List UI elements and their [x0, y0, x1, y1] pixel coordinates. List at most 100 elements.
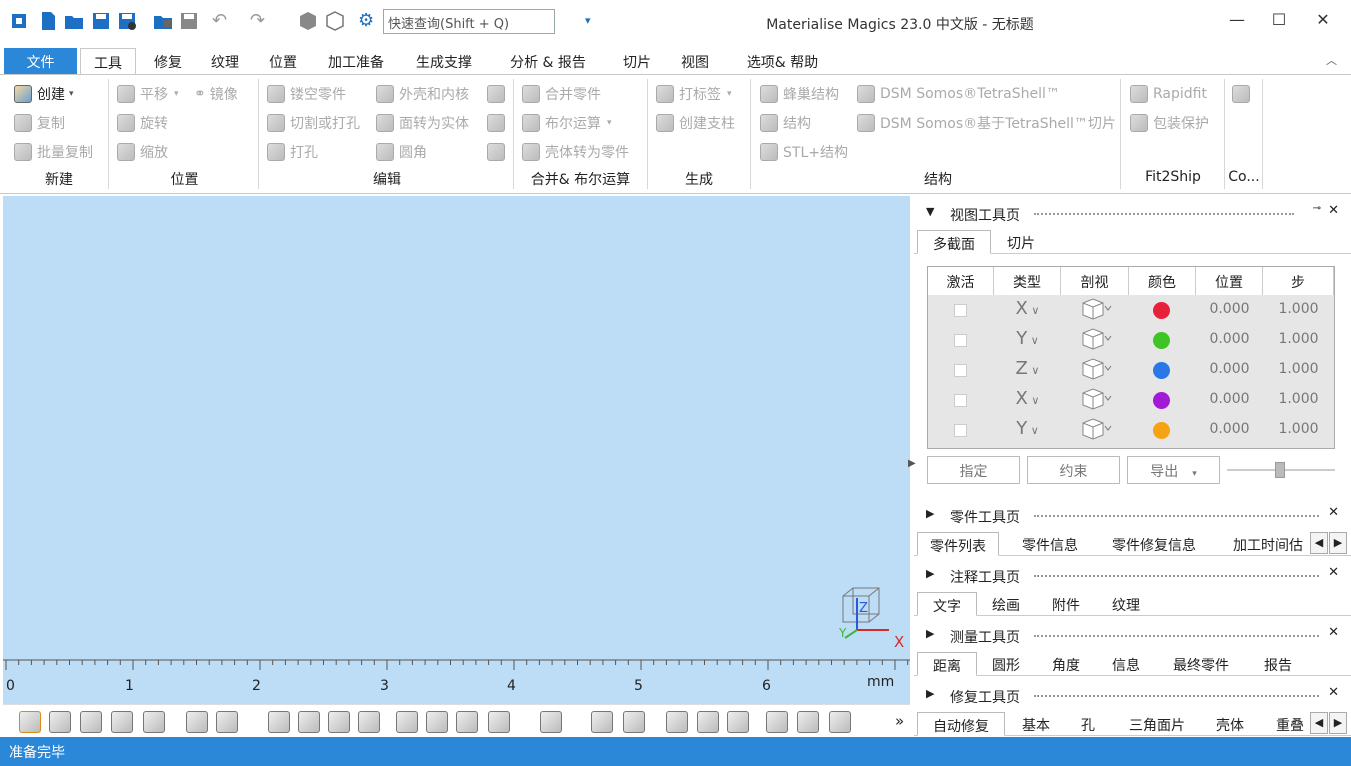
type-dropdown[interactable]: X ∨: [994, 298, 1061, 319]
select-surface-icon[interactable]: [328, 711, 350, 733]
tab-scroll-right-icon[interactable]: ▶: [1329, 532, 1347, 554]
view-panel-header[interactable]: ▼ 视图工具页 ⊸ ✕: [914, 202, 1351, 224]
open-file-icon[interactable]: [63, 10, 85, 32]
tab-tools[interactable]: 工具: [80, 48, 136, 74]
scale-button[interactable]: 缩放: [117, 141, 168, 163]
measure-angle-icon[interactable]: [829, 711, 851, 733]
zoom-icon[interactable]: [19, 711, 41, 733]
tab-draw[interactable]: 绘画: [982, 592, 1030, 616]
export-button[interactable]: 导出 ▾: [1127, 456, 1220, 484]
position-value[interactable]: 0.000: [1196, 391, 1263, 407]
tab-build-prep[interactable]: 加工准备: [320, 48, 392, 74]
tab-final-part[interactable]: 最终零件: [1164, 652, 1238, 676]
tab-auto-repair[interactable]: 自动修复: [917, 712, 1005, 736]
app-logo-icon[interactable]: [9, 10, 31, 32]
step-value[interactable]: 1.000: [1263, 421, 1334, 437]
hollow-button[interactable]: 镂空零件: [267, 83, 346, 105]
select-box-icon[interactable]: [396, 711, 418, 733]
type-dropdown[interactable]: Y ∨: [994, 418, 1061, 439]
fillet-button[interactable]: 圆角: [376, 141, 427, 163]
save-as-icon[interactable]: [116, 10, 138, 32]
position-value[interactable]: 0.000: [1196, 331, 1263, 347]
tab-multi-section[interactable]: 多截面: [917, 230, 991, 254]
mark-triangle-icon[interactable]: [591, 711, 613, 733]
tab-view[interactable]: 视图: [672, 48, 718, 74]
close-button[interactable]: ✕: [1312, 10, 1334, 32]
panel-close-icon[interactable]: ✕: [1328, 685, 1339, 700]
edit-extra-button[interactable]: [487, 83, 510, 105]
import-part-icon[interactable]: [152, 10, 174, 32]
tab-file[interactable]: 文件: [4, 48, 77, 74]
tab-part-info[interactable]: 零件信息: [1010, 532, 1090, 556]
color-swatch[interactable]: [1153, 392, 1170, 409]
stl-structure-button[interactable]: STL+结构: [760, 141, 848, 163]
tab-scroll-left-icon[interactable]: ◀: [1310, 712, 1328, 734]
3d-viewport[interactable]: Z X Y: [3, 196, 910, 704]
zoom-fit-icon[interactable]: [49, 711, 71, 733]
copy-button[interactable]: 复制: [14, 112, 65, 134]
measure-line-icon[interactable]: [797, 711, 819, 733]
pack-protect-button[interactable]: 包装保护: [1130, 112, 1209, 134]
maximize-button[interactable]: ☐: [1268, 10, 1290, 32]
repair-panel-header[interactable]: ▶ 修复工具页 ✕: [914, 684, 1351, 706]
rotate-button[interactable]: 旋转: [117, 112, 168, 134]
annotation-panel-header[interactable]: ▶ 注释工具页 ✕: [914, 564, 1351, 586]
quick-search-input[interactable]: 快速查询(Shift + Q): [383, 9, 555, 34]
mark-shell-icon[interactable]: [666, 711, 688, 733]
cut-punch-button[interactable]: 切割或打孔: [267, 112, 360, 134]
pin-icon[interactable]: ⊸: [1313, 203, 1321, 214]
tab-part-repair-info[interactable]: 零件修复信息: [1100, 532, 1208, 556]
panel-close-icon[interactable]: ✕: [1328, 625, 1339, 640]
tab-text[interactable]: 文字: [917, 592, 977, 616]
tab-triangles[interactable]: 三角面片: [1120, 712, 1194, 736]
panel-close-icon[interactable]: ✕: [1328, 203, 1339, 218]
minimize-button[interactable]: —: [1226, 10, 1248, 32]
step-value[interactable]: 1.000: [1263, 301, 1334, 317]
box-part-icon[interactable]: [297, 10, 319, 32]
zoom-window-icon[interactable]: [80, 711, 102, 733]
part-mode-icon[interactable]: [540, 711, 562, 733]
color-swatch[interactable]: [1153, 362, 1170, 379]
measure-point-icon[interactable]: [766, 711, 788, 733]
expand-triangle-icon[interactable]: ▶: [926, 687, 934, 700]
tab-distance[interactable]: 距离: [917, 652, 977, 676]
section-view-icon[interactable]: [1061, 357, 1129, 385]
mark-all-icon[interactable]: [727, 711, 749, 733]
tab-analysis-report[interactable]: 分析 & 报告: [500, 48, 596, 74]
tab-slice-view[interactable]: 切片: [994, 230, 1048, 254]
view-solid-icon[interactable]: [216, 711, 238, 733]
type-dropdown[interactable]: Y ∨: [994, 328, 1061, 349]
type-dropdown[interactable]: Z ∨: [994, 358, 1061, 379]
color-swatch[interactable]: [1153, 422, 1170, 439]
select-filter-icon[interactable]: [488, 711, 510, 733]
tab-shells[interactable]: 壳体: [1208, 712, 1252, 736]
zoom-selection-icon[interactable]: [111, 711, 133, 733]
new-file-icon[interactable]: [37, 10, 59, 32]
section-view-icon[interactable]: [1061, 327, 1129, 355]
toolbar-overflow-button[interactable]: »: [895, 712, 904, 730]
position-value[interactable]: 0.000: [1196, 421, 1263, 437]
translate-button[interactable]: 平移 ▾: [117, 83, 179, 105]
tetrashell-button[interactable]: DSM Somos®TetraShell™: [857, 83, 1060, 105]
tab-circle[interactable]: 圆形: [982, 652, 1030, 676]
tab-repair[interactable]: 修复: [143, 48, 193, 74]
section-view-icon[interactable]: [1061, 297, 1129, 325]
position-value[interactable]: 0.000: [1196, 361, 1263, 377]
tab-options-help[interactable]: 选项& 帮助: [735, 48, 830, 74]
tab-position[interactable]: 位置: [258, 48, 308, 74]
select-lasso-icon[interactable]: [426, 711, 448, 733]
mirror-button[interactable]: ⚭ 镜像: [194, 83, 238, 105]
create-support-button[interactable]: 创建支柱: [656, 112, 735, 134]
panel-close-icon[interactable]: ✕: [1328, 505, 1339, 520]
shell-core-button[interactable]: 外壳和内核: [376, 83, 469, 105]
step-value[interactable]: 1.000: [1263, 361, 1334, 377]
active-checkbox[interactable]: [954, 364, 967, 377]
unmark-icon[interactable]: [697, 711, 719, 733]
constrain-button[interactable]: 约束: [1027, 456, 1120, 484]
select-triangle-icon[interactable]: [268, 711, 290, 733]
tab-basic[interactable]: 基本: [1012, 712, 1060, 736]
boolean-button[interactable]: 布尔运算 ▾: [522, 112, 612, 134]
punch-button[interactable]: 打孔: [267, 141, 318, 163]
tab-scroll-right-icon[interactable]: ▶: [1329, 712, 1347, 734]
tetrashell-slice-button[interactable]: DSM Somos®基于TetraShell™切片: [857, 112, 1116, 134]
